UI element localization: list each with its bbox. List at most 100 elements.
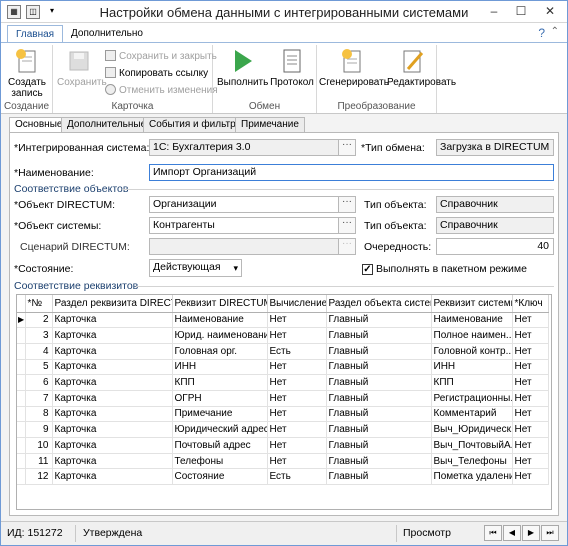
calculation-cell[interactable]: Нет (267, 359, 327, 376)
browse-icon[interactable]: ··· (338, 140, 355, 155)
tab-extra[interactable]: Дополнительные (61, 117, 153, 133)
browse-icon[interactable]: ··· (338, 197, 355, 212)
dir-section-cell[interactable]: Карточка (52, 437, 173, 454)
table-row[interactable]: 7 Карточка ОГРН Нет Главный Регистрационны...… (17, 390, 549, 407)
table-row[interactable]: 12 Карточка Состояние Есть Главный Пометка уд… (17, 468, 549, 486)
calculation-cell[interactable]: Нет (267, 421, 327, 438)
dir-section-cell[interactable]: Карточка (52, 390, 173, 407)
first-record-icon[interactable]: ⏮ (484, 525, 502, 541)
calculation-cell[interactable]: Нет (267, 374, 327, 391)
sys-object-field[interactable]: Контрагенты ··· (149, 217, 356, 234)
system-requisite-cell[interactable]: Выч_Телефоны (431, 453, 513, 470)
table-row[interactable]: 4 Карточка Головная орг. Есть Главный Головно… (17, 343, 549, 360)
col-dir-section-header[interactable]: Раздел реквизита DIRECTUM (52, 295, 173, 313)
create-record-button[interactable]: Создать запись (7, 47, 47, 99)
browse-icon[interactable]: ··· (338, 218, 355, 233)
calculation-cell[interactable]: Есть (267, 468, 327, 486)
table-row[interactable]: 10 Карточка Почтовый адрес Нет Главный Выч_По… (17, 437, 549, 454)
system-requisite-cell[interactable]: Наименование (431, 312, 513, 329)
dir-section-cell[interactable]: Карточка (52, 374, 173, 391)
key-flag-cell[interactable]: Нет (512, 468, 549, 486)
dir-section-cell[interactable]: Карточка (52, 406, 173, 423)
close-button[interactable]: ✕ (537, 2, 563, 20)
system-requisite-cell[interactable]: Комментарий (431, 406, 513, 423)
dir-requisite-cell[interactable]: Головная орг. (172, 343, 268, 360)
tab-events-filters[interactable]: События и фильтры (143, 117, 249, 133)
undo-changes-button[interactable]: Отменить изменения (105, 83, 218, 98)
row-number-cell[interactable]: 10 (25, 437, 53, 454)
dir-object-field[interactable]: Организации ··· (149, 196, 356, 213)
maximize-button[interactable]: ☐ (508, 2, 534, 20)
table-row[interactable]: ▶ 2 Карточка Наименование Нет Главный Наименов… (17, 312, 549, 329)
col-dir-requisite-header[interactable]: Реквизит DIRECTUM (172, 295, 268, 313)
save-close-button[interactable]: Сохранить и закрыть (105, 49, 217, 64)
row-number-cell[interactable]: 4 (25, 343, 53, 360)
system-section-cell[interactable]: Главный (326, 390, 432, 407)
batch-checkbox[interactable]: ✓ (362, 264, 373, 275)
exchange-type-field[interactable]: Загрузка в DIRECTUM (436, 139, 554, 156)
system-requisite-cell[interactable]: Полное наимен... (431, 327, 513, 344)
dir-requisite-cell[interactable]: КПП (172, 374, 268, 391)
row-number-cell[interactable]: 11 (25, 453, 53, 470)
key-flag-cell[interactable]: Нет (512, 327, 549, 344)
browse-icon[interactable]: ··· (338, 239, 355, 254)
tab-additional[interactable]: Дополнительно (63, 25, 151, 43)
calculation-cell[interactable]: Нет (267, 327, 327, 344)
key-flag-cell[interactable]: Нет (512, 374, 549, 391)
name-field[interactable]: Импорт Организаций (149, 164, 554, 181)
dir-section-cell[interactable]: Карточка (52, 453, 173, 470)
key-flag-cell[interactable]: Нет (512, 343, 549, 360)
system-section-cell[interactable]: Главный (326, 453, 432, 470)
col-calculation-header[interactable]: Вычисление (267, 295, 327, 313)
int-system-field[interactable]: 1С: Бухгалтерия 3.0 ··· (149, 139, 356, 156)
system-requisite-cell[interactable]: ИНН (431, 359, 513, 376)
key-flag-cell[interactable]: Нет (512, 437, 549, 454)
generate-button[interactable]: Сгенерировать (319, 47, 389, 88)
system-section-cell[interactable]: Главный (326, 327, 432, 344)
scenario-field[interactable]: ··· (149, 238, 356, 255)
run-button[interactable]: Выполнить (217, 47, 268, 88)
order-field[interactable]: 40 (436, 238, 554, 255)
system-section-cell[interactable]: Главный (326, 359, 432, 376)
save-button[interactable]: Сохранить (57, 47, 107, 88)
dir-requisite-cell[interactable]: Юридический адрес (172, 421, 268, 438)
system-requisite-cell[interactable]: Выч_ПочтовыйА... (431, 437, 513, 454)
system-requisite-cell[interactable]: КПП (431, 374, 513, 391)
dir-requisite-cell[interactable]: Юрид. наименование (172, 327, 268, 344)
row-number-cell[interactable]: 6 (25, 374, 53, 391)
system-requisite-cell[interactable]: Головной контр... (431, 343, 513, 360)
row-number-cell[interactable]: 2 (25, 312, 53, 329)
key-flag-cell[interactable]: Нет (512, 406, 549, 423)
col-key-header[interactable]: *Ключ (512, 295, 549, 313)
col-system-requisite-header[interactable]: Реквизит системы (431, 295, 513, 313)
col-number-header[interactable]: *№ (25, 295, 53, 313)
table-row[interactable]: 11 Карточка Телефоны Нет Главный Выч_Телефоны… (17, 453, 549, 470)
system-section-cell[interactable]: Главный (326, 374, 432, 391)
calculation-cell[interactable]: Нет (267, 437, 327, 454)
copy-link-button[interactable]: Копировать ссылку (105, 66, 208, 81)
tab-note[interactable]: Примечание (235, 117, 305, 133)
system-requisite-cell[interactable]: Пометка удаления (431, 468, 513, 486)
row-number-cell[interactable]: 3 (25, 327, 53, 344)
dir-section-cell[interactable]: Карточка (52, 312, 173, 329)
dir-section-cell[interactable]: Карточка (52, 468, 173, 486)
prev-record-icon[interactable]: ◀ (503, 525, 521, 541)
dir-requisite-cell[interactable]: Примечание (172, 406, 268, 423)
col-system-section-header[interactable]: Раздел объекта системы (326, 295, 432, 313)
system-section-cell[interactable]: Главный (326, 343, 432, 360)
calculation-cell[interactable]: Нет (267, 312, 327, 329)
key-flag-cell[interactable]: Нет (512, 312, 549, 329)
dir-section-cell[interactable]: Карточка (52, 359, 173, 376)
row-number-cell[interactable]: 7 (25, 390, 53, 407)
dir-section-cell[interactable]: Карточка (52, 327, 173, 344)
obj-type1-field[interactable]: Справочник (436, 196, 554, 213)
key-flag-cell[interactable]: Нет (512, 390, 549, 407)
log-button[interactable]: Протокол (269, 47, 315, 88)
calculation-cell[interactable]: Нет (267, 406, 327, 423)
calculation-cell[interactable]: Есть (267, 343, 327, 360)
row-number-cell[interactable]: 5 (25, 359, 53, 376)
dir-requisite-cell[interactable]: Наименование (172, 312, 268, 329)
dir-section-cell[interactable]: Карточка (52, 421, 173, 438)
requisites-grid[interactable]: *№Раздел реквизита DIRECTUMРеквизит DIRE… (16, 294, 552, 510)
dir-requisite-cell[interactable]: Телефоны (172, 453, 268, 470)
